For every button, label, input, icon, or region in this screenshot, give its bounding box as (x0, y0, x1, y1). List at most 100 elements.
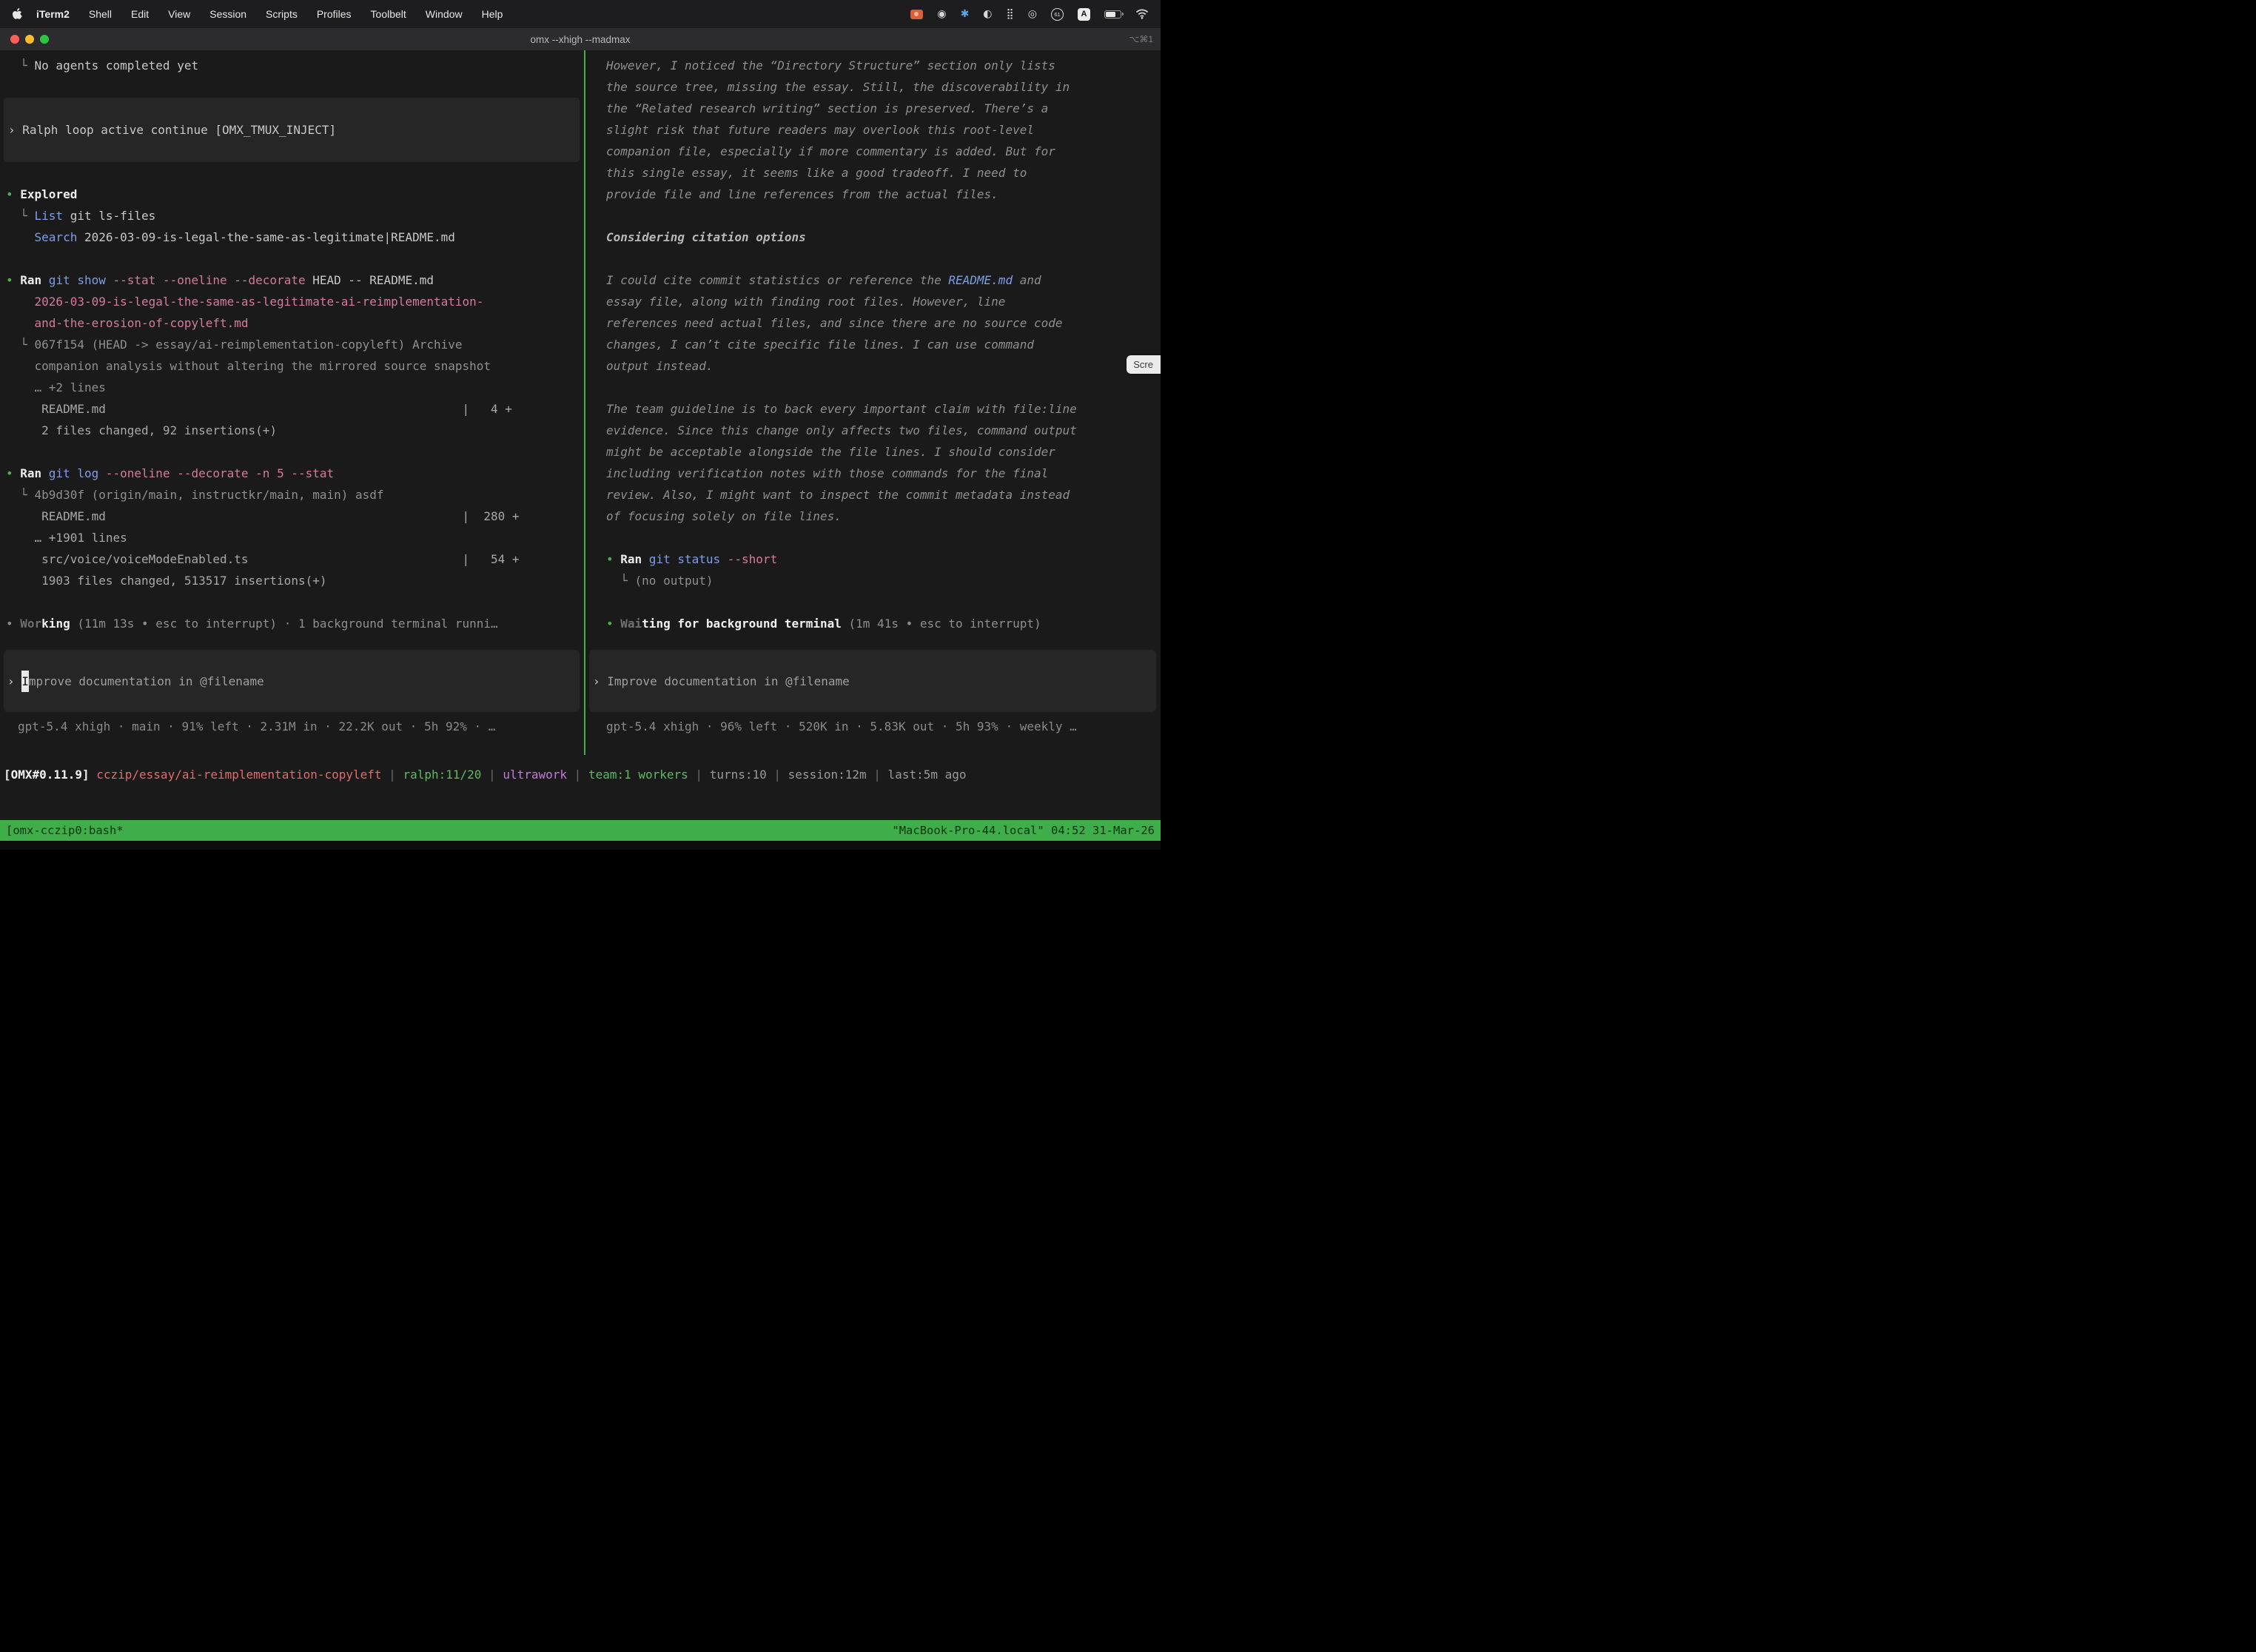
omx-branch-path: cczip/essay/ai-reimplementation-copyleft (96, 768, 381, 782)
thinking-paragraph-3: The team guideline is to back every impo… (606, 398, 1161, 527)
tmux-host-clock: "MacBook-Pro-44.local" 04:52 31-Mar-26 (892, 824, 1155, 837)
iterm2-window: iTerm2 Shell Edit View Session Scripts P… (0, 0, 1161, 850)
cmd-git-show: git show (41, 273, 113, 287)
separator: | (867, 768, 888, 782)
separator: | (767, 768, 788, 782)
cmd-git-status: git status (642, 552, 728, 566)
cmd-flags: --short (728, 552, 777, 566)
swirl-icon[interactable]: ◐ (983, 9, 992, 19)
keyhole-icon[interactable]: ◎ (1028, 9, 1037, 19)
apps-grid-icon[interactable]: ⣿ (1007, 9, 1014, 19)
terminal-area: └ No agents completed yet › Ralph loop a… (0, 50, 1161, 820)
show-diffstat: README.md | 4 + 2 files changed, 92 inse… (6, 398, 584, 441)
screen-floating-button[interactable]: Scre (1127, 355, 1161, 374)
menu-scripts[interactable]: Scripts (256, 8, 307, 20)
omx-team: team:1 workers (588, 768, 688, 782)
ran-git-show-line: • Ran git show --stat --oneline --decora… (6, 269, 584, 291)
search-verb: Search (35, 230, 78, 244)
waiting-label-dim: Wai (620, 617, 642, 631)
window-title-bar: omx --xhigh --madmax ⌥⌘1 (0, 28, 1161, 50)
prompt-input-right[interactable]: › Improve documentation in @filename (589, 650, 1156, 712)
apple-icon (12, 8, 22, 20)
bullet-icon: • (6, 466, 20, 480)
cmd-verb: Ran (20, 466, 41, 480)
menu-profiles[interactable]: Profiles (307, 8, 361, 20)
left-pane[interactable]: └ No agents completed yet › Ralph loop a… (0, 50, 585, 755)
no-agents-text: No agents completed yet (35, 58, 199, 73)
menu-session[interactable]: Session (200, 8, 256, 20)
readme-link[interactable]: README.md (948, 273, 1013, 287)
log-commit-summary: └ 4b9d30f (origin/main, instructkr/main,… (6, 484, 584, 506)
explored-title: Explored (20, 187, 77, 201)
thinking-paragraph-1: However, I noticed the “Directory Struct… (606, 55, 1161, 205)
menu-iterm2[interactable]: iTerm2 (27, 8, 79, 20)
battery-icon[interactable] (1104, 10, 1121, 19)
input-text-right: Improve documentation in @filename (607, 671, 850, 692)
spray-icon[interactable]: ✱ (961, 9, 970, 19)
menu-view[interactable]: View (158, 8, 200, 20)
wifi-icon[interactable] (1135, 9, 1149, 19)
tree-branch-glyph: └ (6, 209, 35, 223)
tmux-status-bar: [omx-cczip0:bash* "MacBook-Pro-44.local"… (0, 820, 1161, 841)
omx-session: session:12m (788, 768, 867, 782)
menu-edit[interactable]: Edit (121, 8, 158, 20)
omx-turns: turns:10 (710, 768, 767, 782)
cmd-flags: --oneline --decorate -n 5 --stat (106, 466, 334, 480)
separator: | (567, 768, 588, 782)
menu-help[interactable]: Help (472, 8, 513, 20)
bottom-filler (0, 841, 1161, 850)
think-text: I could cite commit statistics or refere… (606, 273, 948, 287)
right-pane-scrollback: However, I noticed the “Directory Struct… (585, 50, 1161, 634)
explored-list-cmd: └ List git ls-files (6, 205, 584, 226)
cmd-git-log: git log (41, 466, 106, 480)
macos-menu-bar: iTerm2 Shell Edit View Session Scripts P… (0, 0, 1161, 28)
cmd-args: HEAD -- README.md (306, 273, 434, 287)
tmux-session-window[interactable]: [omx-cczip0:bash* (6, 824, 124, 837)
waiting-label-bright: ting for background terminal (642, 617, 842, 631)
prompt-input-left[interactable]: › Improve documentation in @filename (4, 650, 580, 712)
model-status-right: gpt-5.4 xhigh · 96% left · 520K in · 5.8… (585, 716, 1077, 737)
left-pane-scrollback: └ No agents completed yet › Ralph loop a… (0, 50, 584, 634)
omx-version: [OMX#0.11.9] (4, 768, 90, 782)
tree-branch-glyph: └ (6, 58, 35, 73)
menu-toolbelt[interactable]: Toolbelt (361, 8, 416, 20)
show-commit-summary: └ 067f154 (HEAD -> essay/ai-reimplementa… (6, 334, 584, 398)
omx-last-activity: last:5m ago (888, 768, 967, 782)
think-text: and (1013, 273, 1041, 287)
cmd-verb: Ran (20, 273, 41, 287)
working-detail: (11m 13s • esc to interrupt) (70, 617, 277, 631)
cmd-flags: --stat --oneline --decorate (113, 273, 306, 287)
menu-window[interactable]: Window (416, 8, 472, 20)
ran-git-status-line: • Ran git status --short (606, 548, 1161, 570)
right-pane[interactable]: However, I noticed the “Directory Struct… (585, 50, 1161, 755)
space (90, 768, 97, 782)
search-args: 2026-03-09-is-legal-the-same-as-legitima… (77, 230, 455, 244)
separator: | (382, 768, 403, 782)
ralph-inject-line: › Ralph loop active continue [OMX_TMUX_I… (8, 119, 336, 141)
cmd-verb: Ran (620, 552, 642, 566)
omx-mode: ultrawork (503, 768, 567, 782)
thinking-paragraph-2-rest: essay file, along with finding root file… (606, 291, 1161, 377)
globe-icon[interactable]: ◉ (937, 9, 946, 19)
thinking-heading: Considering citation options (606, 226, 1161, 248)
omx-status-bar: [OMX#0.11.9] cczip/essay/ai-reimplementa… (0, 764, 1161, 785)
window-shortcut-label: ⌥⌘1 (1129, 34, 1153, 44)
separator: | (688, 768, 710, 782)
text-cursor: I (21, 671, 29, 692)
apple-menu[interactable] (12, 8, 22, 20)
log-diffstat: README.md | 280 + … +1901 lines src/voic… (6, 506, 584, 591)
prompt-chevron: › (593, 671, 607, 692)
omx-ralph-counter: ralph:11/20 (403, 768, 481, 782)
list-verb: List (35, 209, 64, 223)
menu-shell[interactable]: Shell (79, 8, 121, 20)
show-target-filename: 2026-03-09-is-legal-the-same-as-legitima… (6, 291, 584, 334)
prompt-chevron: › (7, 671, 21, 692)
screen-recording-indicator-icon[interactable] (910, 10, 923, 19)
thinking-paragraph-2-line-1: I could cite commit statistics or refere… (606, 269, 1161, 291)
keyboard-layout-badge[interactable]: A (1078, 8, 1090, 21)
working-label-bright: king (41, 617, 70, 631)
bullet-icon: • (6, 617, 20, 631)
gauge-61-icon[interactable]: 61 (1051, 8, 1064, 21)
bullet-icon: • (6, 273, 20, 287)
waiting-detail: (1m 41s • esc to interrupt) (842, 617, 1041, 631)
